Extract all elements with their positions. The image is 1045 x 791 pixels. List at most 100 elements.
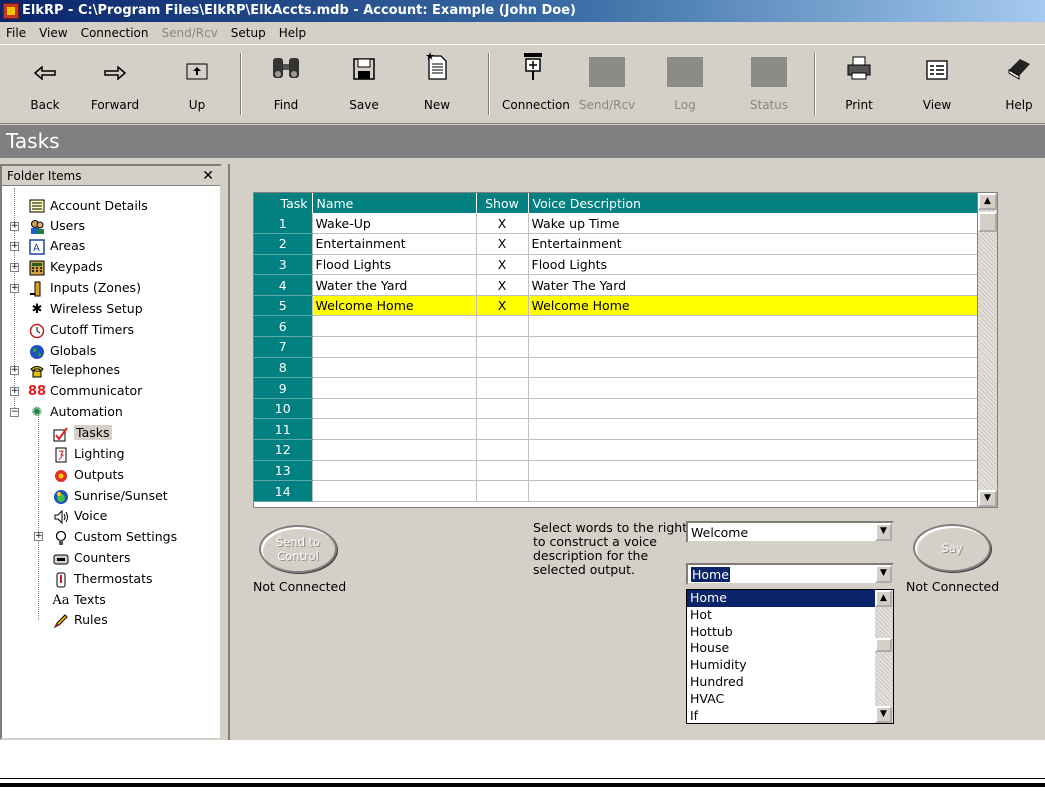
cell-task[interactable]: 2 <box>254 233 313 255</box>
tree-item-texts[interactable]: Aa Texts <box>52 590 105 610</box>
tree-item-voice[interactable]: Voice <box>52 506 107 526</box>
cell-show[interactable] <box>476 460 529 482</box>
say-button[interactable]: Say <box>913 524 991 572</box>
cell-task[interactable]: 1 <box>254 213 313 235</box>
cell-name[interactable] <box>312 377 477 399</box>
list-item[interactable]: House <box>687 640 893 657</box>
tree-item-inputs-zones[interactable]: Inputs (Zones) <box>28 278 141 298</box>
tree-item-globals[interactable]: Globals <box>28 341 96 361</box>
expand-communicator[interactable]: + <box>10 387 19 396</box>
find-button[interactable]: Find <box>255 51 317 121</box>
back-button[interactable]: Back <box>14 51 76 121</box>
help-button[interactable]: Help <box>988 51 1045 121</box>
up-button[interactable]: Up <box>166 51 228 121</box>
scroll-down-arrow-icon[interactable]: ▼ <box>875 706 892 723</box>
cell-name[interactable]: Welcome Home <box>312 295 477 317</box>
cell-voice-description[interactable] <box>528 336 979 358</box>
column-header-voice-description[interactable]: Voice Description <box>528 193 979 213</box>
table-row[interactable]: 14 <box>254 480 979 502</box>
list-item[interactable]: Hundred <box>687 674 893 691</box>
cell-show[interactable]: X <box>476 254 529 276</box>
cell-voice-description[interactable]: Wake up Time <box>528 213 979 235</box>
tree-item-automation[interactable]: ✺ Automation <box>28 402 123 422</box>
cell-show[interactable] <box>476 418 529 441</box>
chevron-down-icon[interactable]: ▼ <box>875 523 892 541</box>
expand-areas[interactable]: + <box>10 242 19 251</box>
cell-voice-description[interactable] <box>528 480 979 502</box>
cell-task[interactable]: 7 <box>254 336 313 358</box>
table-row[interactable]: 9 <box>254 377 979 399</box>
print-button[interactable]: Print <box>828 51 890 121</box>
menu-setup[interactable]: Setup <box>225 22 273 44</box>
table-row[interactable]: 2 Entertainment X Entertainment <box>254 233 979 255</box>
cell-voice-description[interactable] <box>528 460 979 482</box>
cell-name[interactable] <box>312 418 477 441</box>
cell-task[interactable]: 8 <box>254 357 313 379</box>
cell-voice-description[interactable] <box>528 357 979 379</box>
status-button[interactable]: Status <box>738 51 800 121</box>
grid-vertical-scrollbar[interactable]: ▲ ▼ <box>977 193 997 507</box>
cell-show[interactable] <box>476 377 529 399</box>
cell-task[interactable]: 3 <box>254 254 313 276</box>
expand-voice[interactable]: + <box>34 532 43 541</box>
tree-item-tasks[interactable]: Tasks <box>52 423 112 443</box>
cell-voice-description[interactable] <box>528 439 979 461</box>
scroll-thumb[interactable] <box>875 638 892 652</box>
close-icon[interactable]: ✕ <box>202 166 214 186</box>
cell-show[interactable] <box>476 480 529 502</box>
cell-voice-description[interactable]: Entertainment <box>528 233 979 255</box>
cell-name[interactable]: Wake-Up <box>312 213 477 235</box>
list-item[interactable]: Humidity <box>687 657 893 674</box>
table-row[interactable]: 12 <box>254 439 979 461</box>
cell-show[interactable]: X <box>476 295 529 317</box>
cell-show[interactable] <box>476 357 529 379</box>
table-row[interactable]: 13 <box>254 460 979 482</box>
list-item[interactable]: HVAC <box>687 691 893 708</box>
cell-name[interactable] <box>312 357 477 379</box>
log-button[interactable]: Log <box>654 51 716 121</box>
menu-send-rcv[interactable]: Send/Rcv <box>155 22 224 44</box>
cell-show[interactable]: X <box>476 213 529 235</box>
cell-task[interactable]: 11 <box>254 418 313 441</box>
expand-users[interactable]: + <box>10 222 19 231</box>
cell-name[interactable] <box>312 336 477 358</box>
cell-task[interactable]: 13 <box>254 460 313 482</box>
scroll-up-arrow-icon[interactable]: ▲ <box>875 590 892 607</box>
cell-task[interactable]: 10 <box>254 398 313 420</box>
list-item[interactable]: If <box>687 708 893 723</box>
cell-name[interactable] <box>312 315 477 338</box>
list-item[interactable]: Hottub <box>687 624 893 641</box>
cell-voice-description[interactable] <box>528 398 979 420</box>
tree-item-keypads[interactable]: Keypads <box>28 257 103 277</box>
voice-word-2-select[interactable]: Home ▼ <box>686 563 894 585</box>
save-button[interactable]: Save <box>333 51 395 121</box>
menu-view[interactable]: View <box>33 22 74 44</box>
tree-item-account-details[interactable]: Account Details <box>28 196 148 216</box>
voice-word-1-select[interactable]: Welcome ▼ <box>686 521 894 543</box>
cell-task[interactable]: 4 <box>254 274 313 296</box>
table-row[interactable]: 3 Flood Lights X Flood Lights <box>254 254 979 276</box>
cell-task[interactable]: 12 <box>254 439 313 461</box>
tree-item-users[interactable]: Users <box>28 216 85 236</box>
cell-name[interactable] <box>312 460 477 482</box>
cell-show[interactable]: X <box>476 233 529 255</box>
column-header-name[interactable]: Name <box>312 193 477 213</box>
tree-item-custom-settings[interactable]: Custom Settings <box>52 527 177 547</box>
column-header-task[interactable]: Task <box>254 193 313 213</box>
cell-name[interactable] <box>312 398 477 420</box>
connection-button[interactable]: Connection <box>502 51 570 121</box>
chevron-down-icon[interactable]: ▼ <box>875 565 892 583</box>
list-item[interactable]: Home <box>687 590 893 607</box>
view-button[interactable]: View <box>906 51 968 121</box>
tree-item-counters[interactable]: Counters <box>52 548 130 568</box>
tree-item-areas[interactable]: A Areas <box>28 236 85 256</box>
cell-voice-description[interactable]: Welcome Home <box>528 295 979 317</box>
dropdown-scrollbar[interactable]: ▲ ▼ <box>875 590 893 723</box>
tree-item-telephones[interactable]: Telephones <box>28 360 120 380</box>
tree-item-cutoff-timers[interactable]: Cutoff Timers <box>28 320 134 340</box>
table-row[interactable]: 11 <box>254 418 979 441</box>
list-item[interactable]: Hot <box>687 607 893 624</box>
tree-item-thermostats[interactable]: Thermostats <box>52 569 152 589</box>
table-row[interactable]: 5 Welcome Home X Welcome Home <box>254 295 979 317</box>
cell-voice-description[interactable]: Water The Yard <box>528 274 979 296</box>
